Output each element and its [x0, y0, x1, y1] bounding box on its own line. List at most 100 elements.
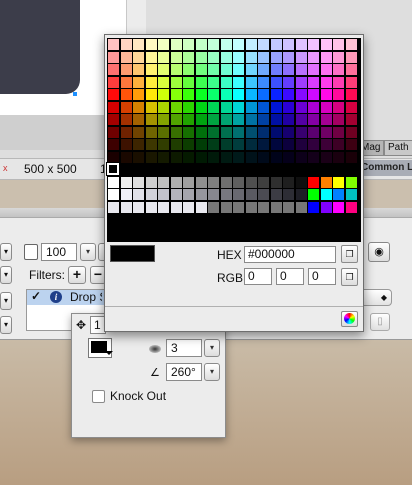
- color-swatch[interactable]: [233, 51, 244, 63]
- color-swatch[interactable]: [270, 51, 282, 63]
- color-swatch[interactable]: [158, 89, 169, 100]
- color-swatch[interactable]: [345, 101, 357, 113]
- color-swatch[interactable]: [320, 151, 332, 163]
- color-swatch[interactable]: [258, 64, 269, 75]
- color-swatch[interactable]: [108, 89, 119, 100]
- color-swatch[interactable]: [245, 89, 257, 100]
- angle-field[interactable]: 260°: [166, 363, 202, 381]
- selection-handle[interactable]: [73, 92, 77, 96]
- color-swatch[interactable]: [308, 151, 319, 163]
- color-swatch[interactable]: [270, 64, 282, 75]
- color-swatch[interactable]: [158, 101, 169, 113]
- color-swatch[interactable]: [258, 51, 269, 63]
- color-swatch[interactable]: [295, 126, 307, 138]
- color-swatch[interactable]: [333, 114, 344, 125]
- color-swatch[interactable]: [270, 139, 282, 150]
- color-swatch[interactable]: [270, 114, 282, 125]
- angle-dropdown-button[interactable]: ▾: [204, 363, 220, 381]
- color-swatch[interactable]: [208, 139, 219, 150]
- gray-swatch[interactable]: [233, 189, 244, 200]
- color-swatch[interactable]: [170, 114, 182, 125]
- color-swatch[interactable]: [270, 76, 282, 88]
- left-dropdown-button-3[interactable]: ▾: [0, 292, 12, 310]
- blur-field[interactable]: 3: [166, 339, 202, 357]
- color-swatch[interactable]: [145, 51, 157, 63]
- gray-swatch[interactable]: [283, 201, 294, 213]
- color-swatch[interactable]: [208, 51, 219, 63]
- color-swatch[interactable]: [120, 89, 132, 100]
- gray-swatch[interactable]: [120, 189, 132, 200]
- color-swatch[interactable]: [133, 151, 144, 163]
- color-swatch[interactable]: [220, 126, 232, 138]
- color-swatch[interactable]: [333, 39, 344, 50]
- color-swatch[interactable]: [308, 64, 319, 75]
- gray-swatch[interactable]: [258, 189, 269, 200]
- color-swatch[interactable]: [320, 39, 332, 50]
- common-library-panel-title[interactable]: Common Li: [358, 160, 412, 176]
- color-swatch[interactable]: [295, 114, 307, 125]
- primary-swatch[interactable]: [308, 176, 319, 188]
- color-swatch[interactable]: [333, 139, 344, 150]
- color-swatch[interactable]: [333, 76, 344, 88]
- color-swatch[interactable]: [245, 139, 257, 150]
- color-swatch[interactable]: [233, 89, 244, 100]
- color-swatch[interactable]: [170, 139, 182, 150]
- color-swatch[interactable]: [320, 126, 332, 138]
- color-swatch[interactable]: [295, 89, 307, 100]
- color-swatch[interactable]: [145, 114, 157, 125]
- color-swatch[interactable]: [345, 114, 357, 125]
- color-swatch[interactable]: [170, 64, 182, 75]
- color-swatch[interactable]: [295, 51, 307, 63]
- gray-swatch[interactable]: [195, 189, 207, 200]
- color-swatch[interactable]: [258, 89, 269, 100]
- gray-swatch[interactable]: [220, 176, 232, 188]
- color-swatch[interactable]: [158, 139, 169, 150]
- color-swatch[interactable]: [120, 76, 132, 88]
- color-swatch[interactable]: [295, 139, 307, 150]
- color-swatch[interactable]: [333, 151, 344, 163]
- gray-swatch[interactable]: [208, 189, 219, 200]
- color-swatch[interactable]: [258, 139, 269, 150]
- color-swatch[interactable]: [283, 114, 294, 125]
- knockout-checkbox[interactable]: [92, 390, 105, 403]
- gray-swatch[interactable]: [245, 201, 257, 213]
- color-swatch[interactable]: [333, 89, 344, 100]
- color-swatch[interactable]: [170, 101, 182, 113]
- color-swatch[interactable]: [333, 64, 344, 75]
- primary-swatch[interactable]: [333, 176, 344, 188]
- red-input[interactable]: 0: [244, 268, 272, 285]
- color-swatch[interactable]: [158, 76, 169, 88]
- color-swatch[interactable]: [183, 64, 194, 75]
- color-swatch[interactable]: [295, 151, 307, 163]
- gray-swatch[interactable]: [195, 201, 207, 213]
- color-swatch[interactable]: [270, 89, 282, 100]
- gray-swatch[interactable]: [170, 201, 182, 213]
- primary-swatch[interactable]: [308, 189, 319, 200]
- gray-swatch[interactable]: [245, 176, 257, 188]
- color-swatch[interactable]: [183, 126, 194, 138]
- color-swatch[interactable]: [233, 114, 244, 125]
- gray-swatch[interactable]: [233, 176, 244, 188]
- color-swatch[interactable]: [183, 39, 194, 50]
- color-swatch[interactable]: [108, 76, 119, 88]
- gray-swatch[interactable]: [170, 176, 182, 188]
- gray-swatch[interactable]: [258, 176, 269, 188]
- gray-swatch[interactable]: [208, 176, 219, 188]
- color-swatch[interactable]: [195, 64, 207, 75]
- color-swatch[interactable]: [145, 139, 157, 150]
- color-swatch[interactable]: [108, 139, 119, 150]
- color-swatch[interactable]: [308, 76, 319, 88]
- color-swatch[interactable]: [233, 139, 244, 150]
- color-swatch[interactable]: [145, 76, 157, 88]
- color-swatch[interactable]: [233, 76, 244, 88]
- gray-swatch[interactable]: [183, 201, 194, 213]
- font-dropdown[interactable]: ◆: [360, 289, 392, 306]
- gray-swatch[interactable]: [133, 176, 144, 188]
- color-swatch[interactable]: [158, 114, 169, 125]
- color-swatch[interactable]: [345, 39, 357, 50]
- gray-swatch[interactable]: [145, 189, 157, 200]
- color-swatch[interactable]: [245, 114, 257, 125]
- close-icon[interactable]: x: [3, 163, 8, 173]
- gray-swatch[interactable]: [233, 201, 244, 213]
- color-swatch[interactable]: [108, 126, 119, 138]
